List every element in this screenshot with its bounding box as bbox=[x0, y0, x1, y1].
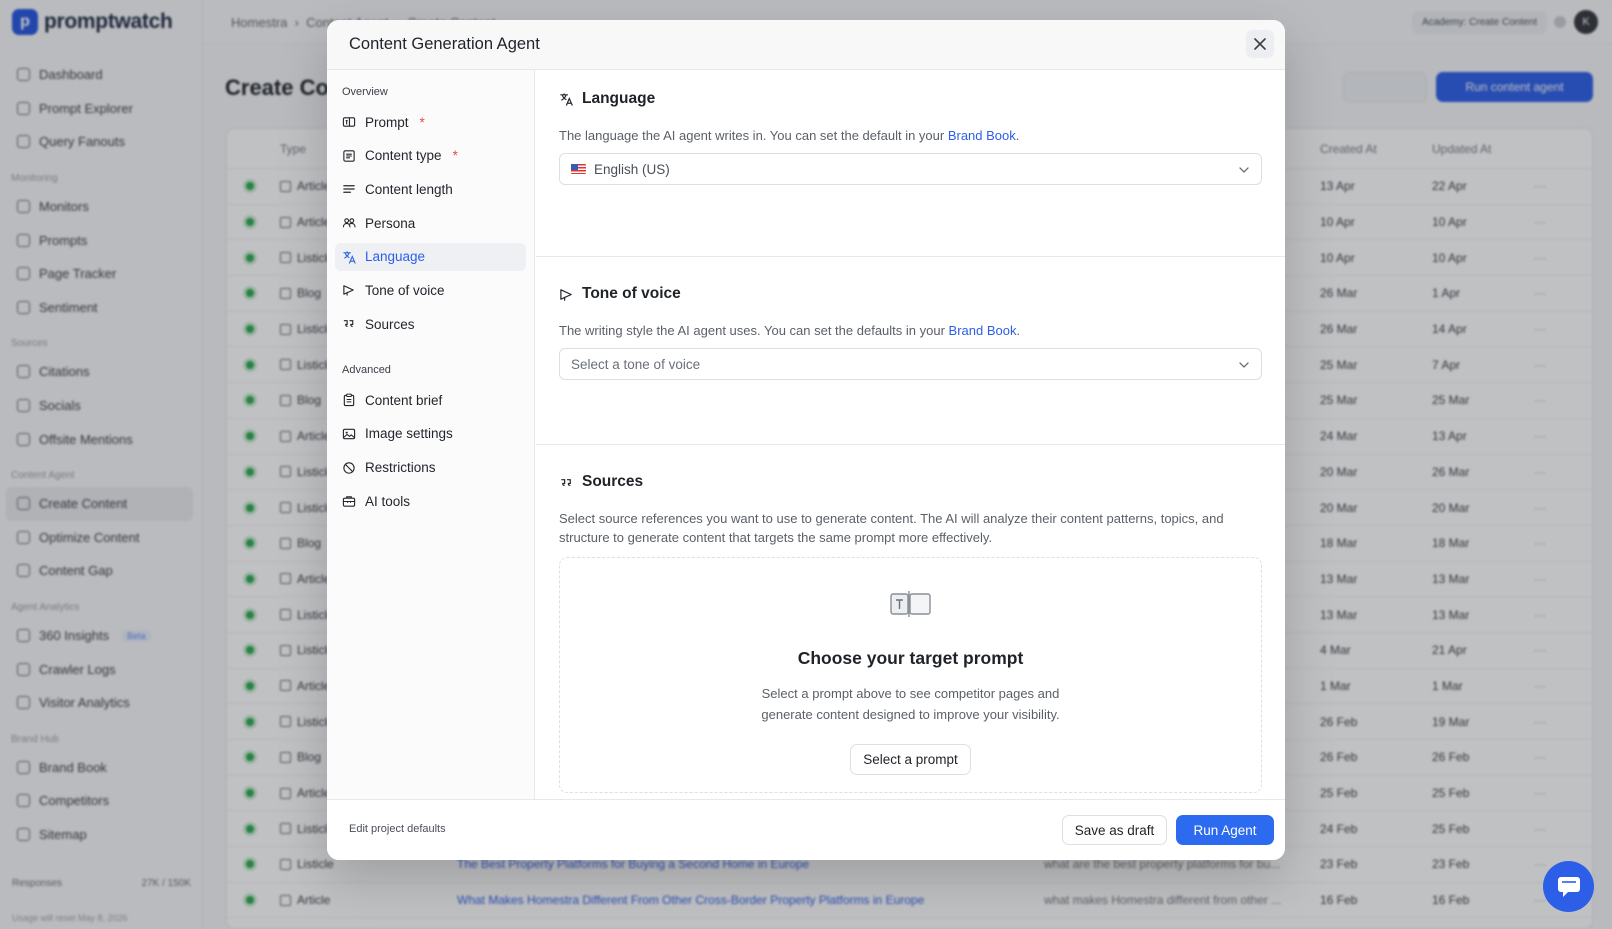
ban-icon bbox=[343, 461, 355, 474]
chevron-down-icon bbox=[1239, 362, 1249, 368]
nav-item-label: Image settings bbox=[365, 426, 453, 442]
nav-item-content-length[interactable]: Content length bbox=[335, 175, 526, 203]
nav-item-label: Sources bbox=[365, 316, 415, 332]
brand-book-link[interactable]: Brand Book bbox=[948, 128, 1016, 143]
quote-icon bbox=[343, 320, 354, 328]
nav-item-label: Persona bbox=[365, 215, 416, 231]
nav-item-persona[interactable]: Persona bbox=[335, 209, 526, 237]
nav-item-restrictions[interactable]: Restrictions bbox=[335, 454, 526, 482]
save-draft-button[interactable]: Save as draft bbox=[1062, 815, 1167, 845]
clipboard-icon bbox=[343, 393, 355, 407]
modal-sidebar-nav: Overview Prompt * Content type * Content len… bbox=[327, 70, 535, 799]
megaphone-icon bbox=[560, 288, 572, 301]
edit-project-defaults-link[interactable]: Edit project defaults bbox=[349, 823, 446, 835]
nav-item-label: Restrictions bbox=[365, 460, 436, 475]
modal-footer: Edit project defaults Save as draft Run … bbox=[327, 799, 1285, 860]
nav-item-label: Language bbox=[365, 249, 426, 265]
sources-description: Select source references you want to use… bbox=[559, 511, 1224, 545]
nav-item-content-brief[interactable]: Content brief bbox=[335, 386, 526, 414]
language-select[interactable]: English (US) bbox=[559, 153, 1262, 185]
nav-item-label: Tone of voice bbox=[365, 282, 445, 298]
tone-description: The writing style the AI agent uses. You… bbox=[559, 323, 1021, 338]
nav-item-label: Content type bbox=[365, 148, 442, 164]
nav-item-content-type[interactable]: Content type * bbox=[335, 142, 526, 170]
language-heading: Language bbox=[582, 90, 656, 107]
nav-section-advanced: Advanced bbox=[342, 364, 391, 377]
chevron-down-icon bbox=[1239, 167, 1249, 173]
us-flag-icon bbox=[571, 164, 586, 174]
nav-item-sources[interactable]: Sources bbox=[335, 310, 526, 338]
nav-item-prompt[interactable]: Prompt * bbox=[335, 108, 526, 136]
sources-heading: Sources bbox=[582, 473, 644, 490]
modal-main: Language The language the AI agent write… bbox=[536, 70, 1285, 799]
nav-item-ai-tools[interactable]: AI tools bbox=[335, 487, 526, 515]
close-button[interactable] bbox=[1246, 30, 1274, 58]
megaphone-icon bbox=[343, 285, 354, 297]
nav-section-overview: Overview bbox=[342, 86, 388, 98]
nav-item-label: Prompt bbox=[365, 114, 409, 130]
prompt-icon bbox=[342, 117, 356, 127]
image-icon bbox=[342, 428, 356, 440]
quote-icon bbox=[561, 478, 571, 486]
language-section: Language The language the AI agent write… bbox=[536, 70, 1285, 257]
select-prompt-button[interactable]: Select a prompt bbox=[850, 744, 971, 775]
persona-icon bbox=[342, 218, 356, 228]
nav-item-image-settings[interactable]: Image settings bbox=[335, 420, 526, 448]
modal-title: Content Generation Agent bbox=[349, 35, 540, 53]
nav-item-label: Content brief bbox=[365, 392, 443, 408]
empty-state-title: Choose your target prompt bbox=[797, 648, 1024, 668]
empty-state-text: Select a prompt above to see competitor … bbox=[761, 686, 1060, 722]
tone-placeholder: Select a tone of voice bbox=[571, 356, 701, 372]
translate-icon bbox=[343, 251, 356, 264]
content-generation-modal: Content Generation Agent Overview Prompt… bbox=[327, 20, 1285, 860]
chat-icon bbox=[1557, 876, 1580, 897]
required-marker: * bbox=[419, 114, 425, 130]
content-type-icon bbox=[343, 149, 355, 162]
brand-book-link[interactable]: Brand Book bbox=[949, 323, 1017, 338]
required-marker: * bbox=[452, 148, 458, 164]
close-icon bbox=[1254, 38, 1266, 50]
modal-header: Content Generation Agent bbox=[327, 20, 1285, 70]
sources-empty-state: Choose your target prompt Select a promp… bbox=[559, 557, 1262, 793]
tone-select[interactable]: Select a tone of voice bbox=[559, 348, 1262, 380]
nav-item-label: Content length bbox=[365, 181, 453, 197]
sources-section: Sources Select source references you wan… bbox=[536, 445, 1285, 793]
prompt-card-icon bbox=[889, 591, 931, 617]
nav-item-tone-of-voice[interactable]: Tone of voice bbox=[335, 276, 526, 304]
lines-icon bbox=[343, 185, 355, 194]
chat-button[interactable] bbox=[1543, 861, 1594, 912]
nav-item-label: AI tools bbox=[365, 493, 411, 509]
toolbox-icon bbox=[342, 496, 356, 507]
nav-item-language[interactable]: Language bbox=[335, 242, 526, 271]
tone-heading: Tone of voice bbox=[582, 285, 681, 302]
language-description: The language the AI agent writes in. You… bbox=[559, 128, 1020, 143]
tone-section: Tone of voice The writing style the AI a… bbox=[536, 257, 1285, 445]
run-agent-button[interactable]: Run Agent bbox=[1176, 815, 1274, 845]
translate-icon bbox=[560, 92, 573, 106]
language-value: English (US) bbox=[594, 161, 670, 177]
